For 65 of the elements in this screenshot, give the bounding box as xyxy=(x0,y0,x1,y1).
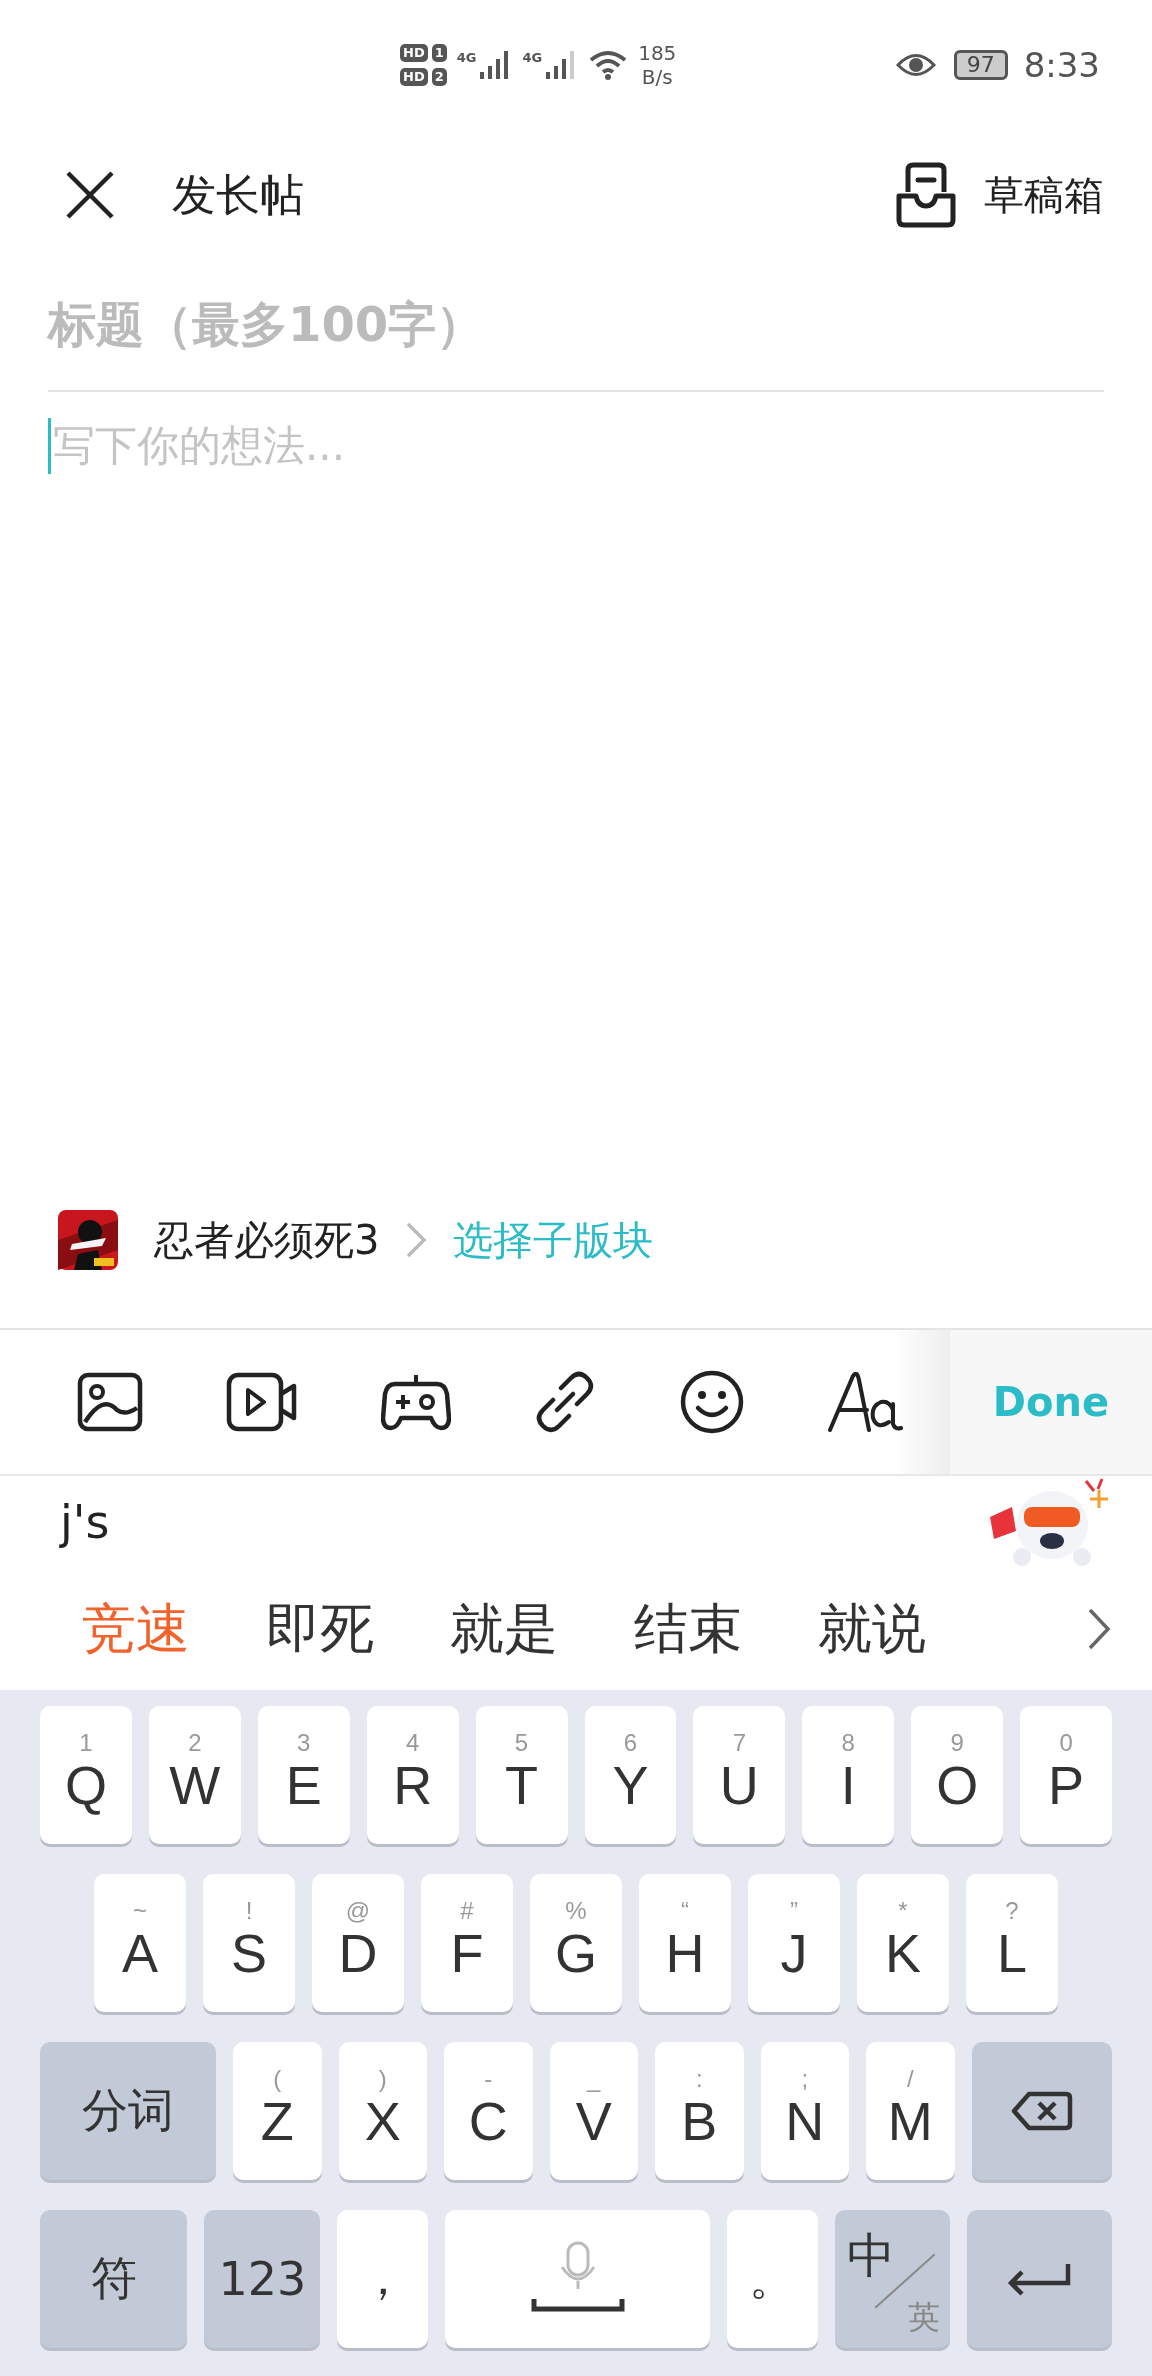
drafts-link[interactable]: 草稿箱 xyxy=(984,167,1104,223)
eye-icon xyxy=(895,52,936,78)
keyboard-key[interactable]: 分词 xyxy=(40,2042,217,2180)
gamepad-icon[interactable] xyxy=(380,1372,451,1432)
close-icon[interactable] xyxy=(64,169,116,221)
keyboard-key[interactable]: - C xyxy=(444,2042,533,2180)
keyboard-key[interactable]: ? L xyxy=(966,1874,1058,2012)
hd-badge: HD xyxy=(400,44,428,62)
keyboard-key[interactable]: 0 P xyxy=(1020,1706,1113,1844)
candidate-word[interactable]: 就说 xyxy=(818,1592,926,1666)
wifi-icon xyxy=(588,49,629,81)
keyboard-key[interactable]: ~ A xyxy=(94,1874,186,2012)
speed-unit: B/s xyxy=(641,65,673,89)
candidate-word[interactable]: 结束 xyxy=(634,1592,742,1666)
keyboard-key[interactable]: 9 O xyxy=(911,1706,1004,1844)
keyboard-key[interactable]: / M xyxy=(866,2042,955,2180)
clock: 8:33 xyxy=(1023,45,1100,85)
enter-key[interactable] xyxy=(966,2210,1112,2348)
font-style-icon[interactable] xyxy=(826,1372,903,1432)
keyboard-key[interactable]: 7 U xyxy=(693,1706,786,1844)
keyboard-key[interactable]: % G xyxy=(530,1874,622,2012)
keyboard-key[interactable]: ” J xyxy=(748,1874,840,2012)
chevron-right-icon xyxy=(405,1221,428,1259)
keyboard-key[interactable]: 1 Q xyxy=(39,1706,132,1844)
keyboard-key[interactable]: 2 W xyxy=(148,1706,241,1844)
candidate-word[interactable]: 即死 xyxy=(266,1592,374,1666)
image-icon[interactable] xyxy=(77,1372,144,1432)
keyboard-key[interactable]: ， xyxy=(337,2210,429,2348)
keyboard-key[interactable]: 4 R xyxy=(366,1706,459,1844)
candidate-word[interactable]: 就是 xyxy=(450,1592,558,1666)
hd-badge: HD xyxy=(400,68,428,86)
sim-slot-badge: 1 xyxy=(431,44,447,62)
keyboard-key[interactable]: _ V xyxy=(549,2042,639,2180)
pinyin-text: j's xyxy=(60,1495,110,1549)
keyboard-key[interactable]: 8 I xyxy=(802,1706,895,1844)
keyboard-key[interactable]: ( Z xyxy=(233,2042,322,2180)
keyboard-key[interactable]: 。 xyxy=(726,2210,818,2348)
page-title: 发长帖 xyxy=(172,167,304,222)
keyboard-key[interactable]: 123 xyxy=(204,2210,321,2348)
forum-name[interactable]: 忍者必须死3 xyxy=(154,1212,380,1268)
video-icon[interactable] xyxy=(226,1372,298,1432)
keyboard-key[interactable]: “ H xyxy=(639,1874,731,2012)
keyboard-key[interactable]: 符 xyxy=(40,2210,188,2348)
keyboard-key[interactable]: # F xyxy=(421,1874,513,2012)
keyboard-key[interactable]: @ D xyxy=(312,1874,404,2012)
enter-icon xyxy=(1006,2261,1073,2297)
keyboard-key[interactable]: * K xyxy=(857,1874,949,2012)
keyboard-key[interactable]: 3 E xyxy=(257,1706,350,1844)
expand-candidates-icon[interactable] xyxy=(1086,1606,1112,1652)
keyboard-key[interactable]: 5 T xyxy=(475,1706,568,1844)
backspace-key[interactable] xyxy=(971,2042,1112,2180)
sim-slot-badge: 2 xyxy=(431,68,447,86)
network-type: 4G xyxy=(522,50,543,65)
keyboard-key[interactable]: ! S xyxy=(203,1874,295,2012)
backspace-icon xyxy=(1010,2091,1073,2131)
keyboard-key[interactable]: ; N xyxy=(760,2042,850,2180)
network-type: 4G xyxy=(456,50,477,65)
keyboard-key[interactable]: ) X xyxy=(338,2042,428,2180)
keyboard-key[interactable]: : B xyxy=(655,2042,744,2180)
battery-indicator: 97 xyxy=(953,50,1008,80)
network-speed: 185 xyxy=(638,41,677,65)
keyboard-key[interactable]: 6 Y xyxy=(584,1706,677,1844)
emoji-icon[interactable] xyxy=(679,1370,744,1434)
keyboard-key[interactable]: 中 英 xyxy=(834,2210,950,2348)
drafts-icon[interactable] xyxy=(896,162,956,228)
